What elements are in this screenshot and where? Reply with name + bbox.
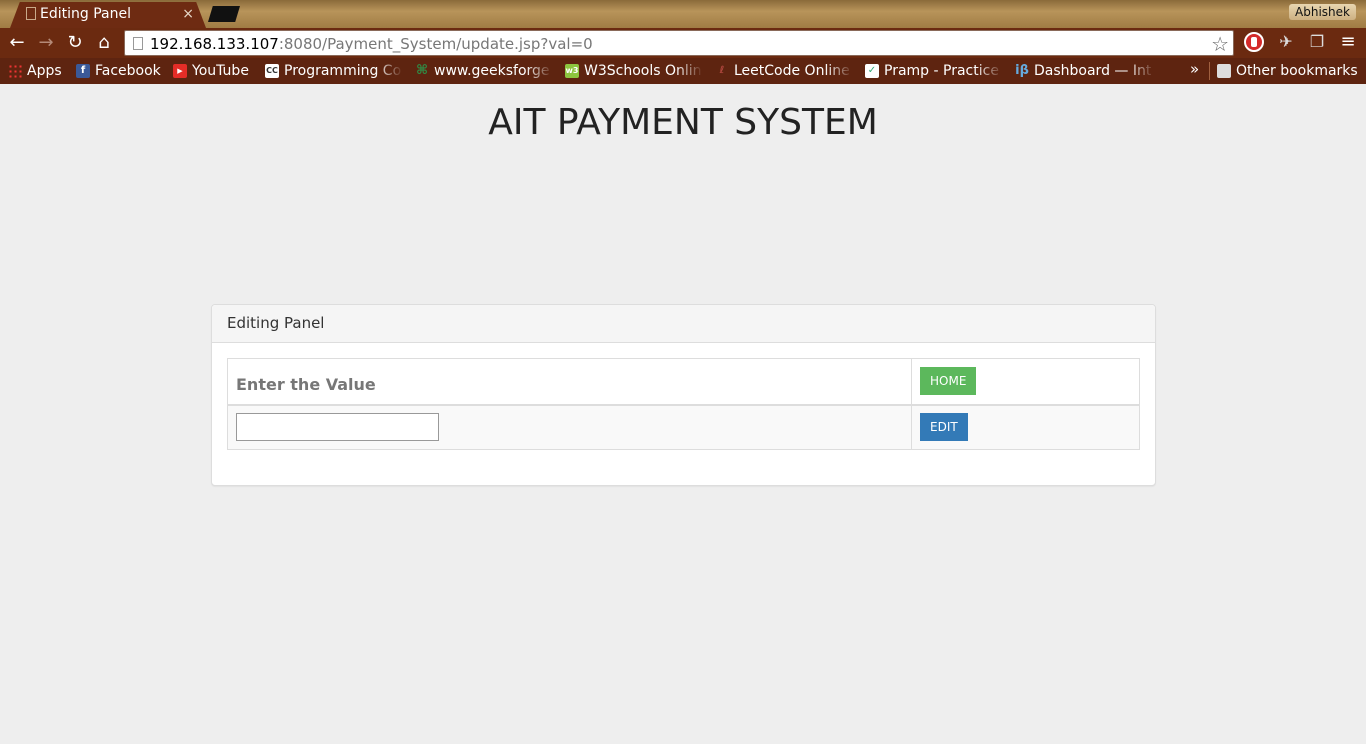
field-label: Enter the Value: [236, 374, 376, 394]
bookmark-apps[interactable]: Apps: [8, 61, 62, 81]
apps-grid-icon: [8, 64, 22, 78]
forward-arrow-icon[interactable]: →: [35, 32, 57, 54]
table-row: Enter the Value HOME: [227, 358, 1140, 405]
bookmark-label: Dashboard — Int: [1034, 63, 1152, 79]
chevron-more-icon[interactable]: »: [1190, 60, 1199, 78]
adblock-icon[interactable]: [1244, 32, 1264, 52]
url-host: 192.168.133.107: [150, 35, 279, 53]
bookmark-label: Other bookmarks: [1236, 63, 1358, 79]
bookmark-pramp[interactable]: ✓ Pramp - Practice: [865, 61, 1003, 81]
table-cell: HOME: [911, 358, 1140, 405]
page-icon: [133, 37, 143, 50]
value-input[interactable]: [236, 413, 439, 442]
address-bar[interactable]: 192.168.133.107:8080/Payment_System/upda…: [124, 30, 1234, 56]
leetcode-icon: ℓ: [719, 65, 725, 76]
url-path: :8080/Payment_System/update.jsp?val=0: [278, 35, 593, 53]
bookmark-other[interactable]: Other bookmarks: [1217, 61, 1358, 81]
bookmark-label: YouTube: [192, 63, 249, 79]
bookmark-facebook[interactable]: f Facebook: [76, 61, 161, 81]
youtube-icon: ▶: [173, 64, 187, 78]
table-cell: Enter the Value: [227, 358, 912, 405]
home-button[interactable]: HOME: [920, 367, 977, 396]
close-icon[interactable]: ×: [182, 6, 194, 22]
interviewbit-icon: iβ: [1015, 63, 1029, 78]
bookmark-youtube[interactable]: ▶ YouTube: [173, 61, 249, 81]
folder-icon: [1217, 64, 1231, 78]
table-cell: EDIT: [911, 403, 1140, 450]
w3schools-icon: w3: [565, 64, 579, 78]
geeksforgeeks-icon: ⌘: [415, 63, 429, 78]
browser-chrome: Editing Panel × Abhishek ← → ↻ ⌂ 192.168…: [0, 0, 1366, 84]
home-icon[interactable]: ⌂: [93, 32, 115, 54]
reload-icon[interactable]: ↻: [64, 32, 86, 54]
bookmark-divider: [1209, 62, 1210, 80]
codechef-icon: CC: [265, 64, 279, 78]
tab-title: Editing Panel: [40, 6, 131, 22]
bookmark-interviewbit[interactable]: iβ Dashboard — Int: [1015, 61, 1155, 81]
extension-plane-icon[interactable]: ✈: [1276, 32, 1296, 52]
bookmark-leetcode[interactable]: ℓ LeetCode Online: [715, 61, 853, 81]
browser-toolbar: ← → ↻ ⌂ 192.168.133.107:8080/Payment_Sys…: [0, 28, 1366, 58]
extension-icon[interactable]: ❐: [1307, 32, 1327, 52]
bookmark-geeksforgeeks[interactable]: ⌘ www.geeksforge: [415, 61, 553, 81]
bookmark-label: www.geeksforge: [434, 63, 550, 79]
pramp-icon: ✓: [865, 64, 879, 78]
menu-icon[interactable]: ≡: [1338, 32, 1358, 52]
back-arrow-icon[interactable]: ←: [6, 32, 28, 54]
bookmark-w3schools[interactable]: w3 W3Schools Onlin: [565, 61, 703, 81]
bookmark-label: W3Schools Onlin: [584, 63, 702, 79]
new-tab-button[interactable]: [208, 6, 240, 22]
bookmark-label: Apps: [27, 63, 62, 79]
tab-editing-panel[interactable]: Editing Panel ×: [10, 2, 206, 28]
page-title: AIT PAYMENT SYSTEM: [488, 102, 878, 143]
editing-table: Enter the Value HOME EDIT: [227, 358, 1140, 450]
tab-strip: Editing Panel × Abhishek: [0, 0, 1366, 28]
panel-heading: Editing Panel: [212, 305, 1155, 343]
page-icon: [26, 7, 36, 20]
bookmark-label: LeetCode Online: [734, 63, 850, 79]
bookmark-codechef[interactable]: CC Programming Co: [265, 61, 403, 81]
profile-button[interactable]: Abhishek: [1289, 4, 1356, 20]
bookmark-star-icon[interactable]: ☆: [1211, 32, 1229, 56]
facebook-icon: f: [76, 64, 90, 78]
table-row: EDIT: [227, 403, 1140, 450]
table-cell: [227, 403, 912, 450]
editing-panel: Editing Panel Enter the Value HOME EDIT: [211, 304, 1156, 486]
bookmark-label: Programming Co: [284, 63, 402, 79]
bookmarks-bar: Apps f Facebook ▶ YouTube CC Programming…: [0, 58, 1366, 84]
bookmark-label: Pramp - Practice: [884, 63, 999, 79]
edit-button[interactable]: EDIT: [920, 413, 968, 442]
url-text[interactable]: 192.168.133.107:8080/Payment_System/upda…: [150, 35, 593, 53]
bookmark-label: Facebook: [95, 63, 161, 79]
